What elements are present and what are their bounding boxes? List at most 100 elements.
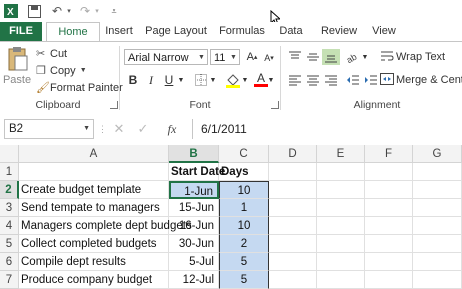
cell-f6[interactable]: [365, 253, 413, 271]
cell-b2[interactable]: 1-Jun: [169, 181, 219, 199]
cell-a5[interactable]: Collect completed budgets: [19, 235, 169, 253]
save-icon[interactable]: [26, 3, 42, 19]
tab-file[interactable]: FILE: [0, 22, 42, 41]
cell-b6[interactable]: 5-Jul: [169, 253, 219, 271]
cell-b3[interactable]: 15-Jun: [169, 199, 219, 217]
align-bottom-icon[interactable]: [322, 49, 340, 65]
cell-d5[interactable]: [269, 235, 317, 253]
cell-b7[interactable]: 12-Jul: [169, 271, 219, 289]
cell-a4[interactable]: Managers complete dept budgets: [19, 217, 192, 235]
cell-a6[interactable]: Compile dept results: [19, 253, 169, 271]
tab-review[interactable]: Review: [318, 22, 360, 41]
cell-b1[interactable]: Start Date: [169, 163, 225, 181]
align-left-icon[interactable]: [286, 72, 304, 88]
cell-e3[interactable]: [317, 199, 365, 217]
cut-button[interactable]: ✂ Cut: [36, 46, 67, 61]
underline-dropdown-icon[interactable]: ▼: [176, 72, 186, 88]
cell-c2[interactable]: 10: [219, 181, 269, 199]
column-header-e[interactable]: E: [317, 145, 365, 163]
cell-f2[interactable]: [365, 181, 413, 199]
cell-b4[interactable]: 16-Jun: [169, 217, 219, 235]
bold-button[interactable]: B: [124, 72, 142, 88]
column-header-d[interactable]: D: [269, 145, 317, 163]
cell-d1[interactable]: [269, 163, 317, 181]
paste-button[interactable]: Paste: [3, 46, 31, 94]
copy-button[interactable]: ❐ Copy ▼: [36, 63, 87, 78]
cell-a3[interactable]: Send tempate to managers: [19, 199, 169, 217]
tab-home[interactable]: Home: [46, 22, 100, 42]
undo-icon[interactable]: ↶: [50, 3, 64, 19]
tab-formulas[interactable]: Formulas: [216, 22, 268, 41]
borders-dropdown-icon[interactable]: ▼: [208, 72, 218, 88]
cell-g3[interactable]: [413, 199, 462, 217]
font-name-combo[interactable]: Arial Narrow ▼: [124, 49, 208, 65]
orientation-dropdown-icon[interactable]: ▼: [360, 49, 370, 65]
cell-g6[interactable]: [413, 253, 462, 271]
column-header-a[interactable]: A: [19, 145, 169, 163]
row-header[interactable]: 4: [0, 217, 19, 235]
cell-d7[interactable]: [269, 271, 317, 289]
cell-f1[interactable]: [365, 163, 413, 181]
cell-a1[interactable]: [19, 163, 169, 181]
cell-d2[interactable]: [269, 181, 317, 199]
row-header[interactable]: 7: [0, 271, 19, 289]
grow-font-icon[interactable]: A ▴: [243, 49, 261, 65]
align-center-icon[interactable]: [304, 72, 322, 88]
align-middle-icon[interactable]: [304, 49, 322, 65]
cell-b5[interactable]: 30-Jun: [169, 235, 219, 253]
tab-page-layout[interactable]: Page Layout: [144, 22, 208, 41]
row-header[interactable]: 2: [0, 181, 19, 199]
column-header-c[interactable]: C: [219, 145, 269, 163]
cell-c4[interactable]: 10: [219, 217, 269, 235]
row-header[interactable]: 5: [0, 235, 19, 253]
cell-e7[interactable]: [317, 271, 365, 289]
cell-c3[interactable]: 1: [219, 199, 269, 217]
row-header[interactable]: 6: [0, 253, 19, 271]
cell-e4[interactable]: [317, 217, 365, 235]
cell-f4[interactable]: [365, 217, 413, 235]
cell-f7[interactable]: [365, 271, 413, 289]
cell-g4[interactable]: [413, 217, 462, 235]
cell-e6[interactable]: [317, 253, 365, 271]
row-header[interactable]: 3: [0, 199, 19, 217]
cell-c1[interactable]: Days: [219, 163, 269, 181]
cell-g2[interactable]: [413, 181, 462, 199]
row-header[interactable]: 1: [0, 163, 19, 181]
italic-button[interactable]: I: [142, 72, 160, 88]
shrink-font-icon[interactable]: A ▾: [260, 50, 278, 66]
tab-insert[interactable]: Insert: [100, 22, 138, 41]
cell-e2[interactable]: [317, 181, 365, 199]
chevron-down-icon[interactable]: ▼: [83, 120, 90, 138]
cell-g7[interactable]: [413, 271, 462, 289]
grip-icon[interactable]: ⋮: [98, 123, 107, 135]
chevron-down-icon[interactable]: ▼: [197, 50, 206, 64]
select-all-corner[interactable]: [0, 145, 19, 163]
decrease-indent-icon[interactable]: [344, 72, 362, 88]
redo-dropdown-icon[interactable]: ▾: [92, 3, 102, 19]
font-size-combo[interactable]: 11 ▼: [210, 49, 240, 65]
tab-view[interactable]: View: [368, 22, 400, 41]
column-header-f[interactable]: F: [365, 145, 413, 163]
cell-e1[interactable]: [317, 163, 365, 181]
cell-c7[interactable]: 5: [219, 271, 269, 289]
align-top-icon[interactable]: [286, 49, 304, 65]
tab-data[interactable]: Data: [276, 22, 306, 41]
cell-f5[interactable]: [365, 235, 413, 253]
chevron-down-icon[interactable]: ▼: [229, 50, 238, 64]
align-right-icon[interactable]: [322, 72, 340, 88]
cell-d3[interactable]: [269, 199, 317, 217]
cell-d6[interactable]: [269, 253, 317, 271]
column-header-b[interactable]: B: [169, 145, 219, 163]
cell-c6[interactable]: 5: [219, 253, 269, 271]
fill-color-dropdown-icon[interactable]: ▼: [240, 72, 250, 88]
name-box[interactable]: B2 ▼: [4, 119, 94, 139]
column-header-g[interactable]: G: [413, 145, 462, 163]
cell-f3[interactable]: [365, 199, 413, 217]
enter-icon[interactable]: ✓: [136, 120, 150, 138]
cell-g1[interactable]: [413, 163, 462, 181]
insert-function-button[interactable]: fx: [160, 120, 184, 138]
cell-a2[interactable]: Create budget template: [19, 181, 169, 199]
font-color-dropdown-icon[interactable]: ▼: [266, 72, 276, 88]
cell-e5[interactable]: [317, 235, 365, 253]
customize-icon[interactable]: ⩡: [108, 3, 120, 19]
